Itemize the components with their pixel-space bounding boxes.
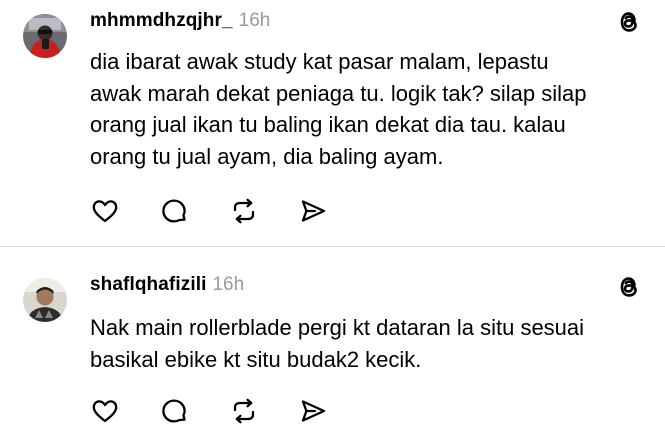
post-text: Nak main rollerblade pergi kt dataran la… [90, 312, 650, 375]
post-text: dia ibarat awak study kat pasar malam, l… [90, 46, 650, 172]
post-2: shaflqhafizili 16h Nak main rollerblade … [0, 247, 665, 440]
timestamp: 16h [212, 274, 245, 295]
avatar-photo [23, 14, 67, 58]
post-text-line: awak marah dekat peniaga tu. logik tak? … [90, 80, 587, 106]
send-icon [301, 200, 326, 222]
avatar[interactable] [23, 278, 67, 322]
username[interactable]: mhmmdhzqjhr_ [90, 10, 233, 32]
heart-icon [92, 200, 118, 223]
username[interactable]: shaflqhafizili [90, 274, 206, 296]
share-button[interactable] [298, 396, 328, 426]
like-button[interactable] [90, 396, 120, 426]
avatar[interactable] [23, 14, 67, 58]
post-text-line: orang tu jual ayam, dia baling ayam. [90, 143, 444, 169]
avatar-photo [23, 278, 67, 322]
post-text-line: basikal ebike kt situ budak2 kecik. [90, 346, 422, 372]
like-button[interactable] [90, 196, 120, 226]
post-header: mhmmdhzqjhr_ 16h [90, 10, 270, 32]
heart-icon [92, 400, 118, 423]
reply-button[interactable] [159, 396, 189, 426]
timestamp: 16h [238, 10, 271, 31]
repost-button[interactable] [229, 396, 259, 426]
post-text-line: Nak main rollerblade pergi kt dataran la… [90, 315, 585, 340]
reply-button[interactable] [159, 196, 189, 226]
post-header: shaflqhafizili 16h [90, 274, 244, 296]
send-icon [301, 400, 326, 422]
post-text-line: dia ibarat awak study kat pasar malam, l… [90, 49, 549, 74]
threads-icon [620, 12, 637, 32]
threads-icon [620, 277, 637, 297]
action-bar [90, 196, 330, 226]
post-text-line: orang jual ikan tu baling ikan dekat dia… [90, 112, 566, 137]
post-1: mhmmdhzqjhr_ 16h dia ibarat awak study k… [0, 0, 665, 246]
share-button[interactable] [298, 196, 328, 226]
comment-icon [162, 399, 186, 423]
repost-icon [233, 198, 255, 224]
action-bar [90, 396, 330, 426]
repost-button[interactable] [229, 196, 259, 226]
repost-icon [233, 398, 255, 424]
comment-icon [162, 199, 186, 223]
